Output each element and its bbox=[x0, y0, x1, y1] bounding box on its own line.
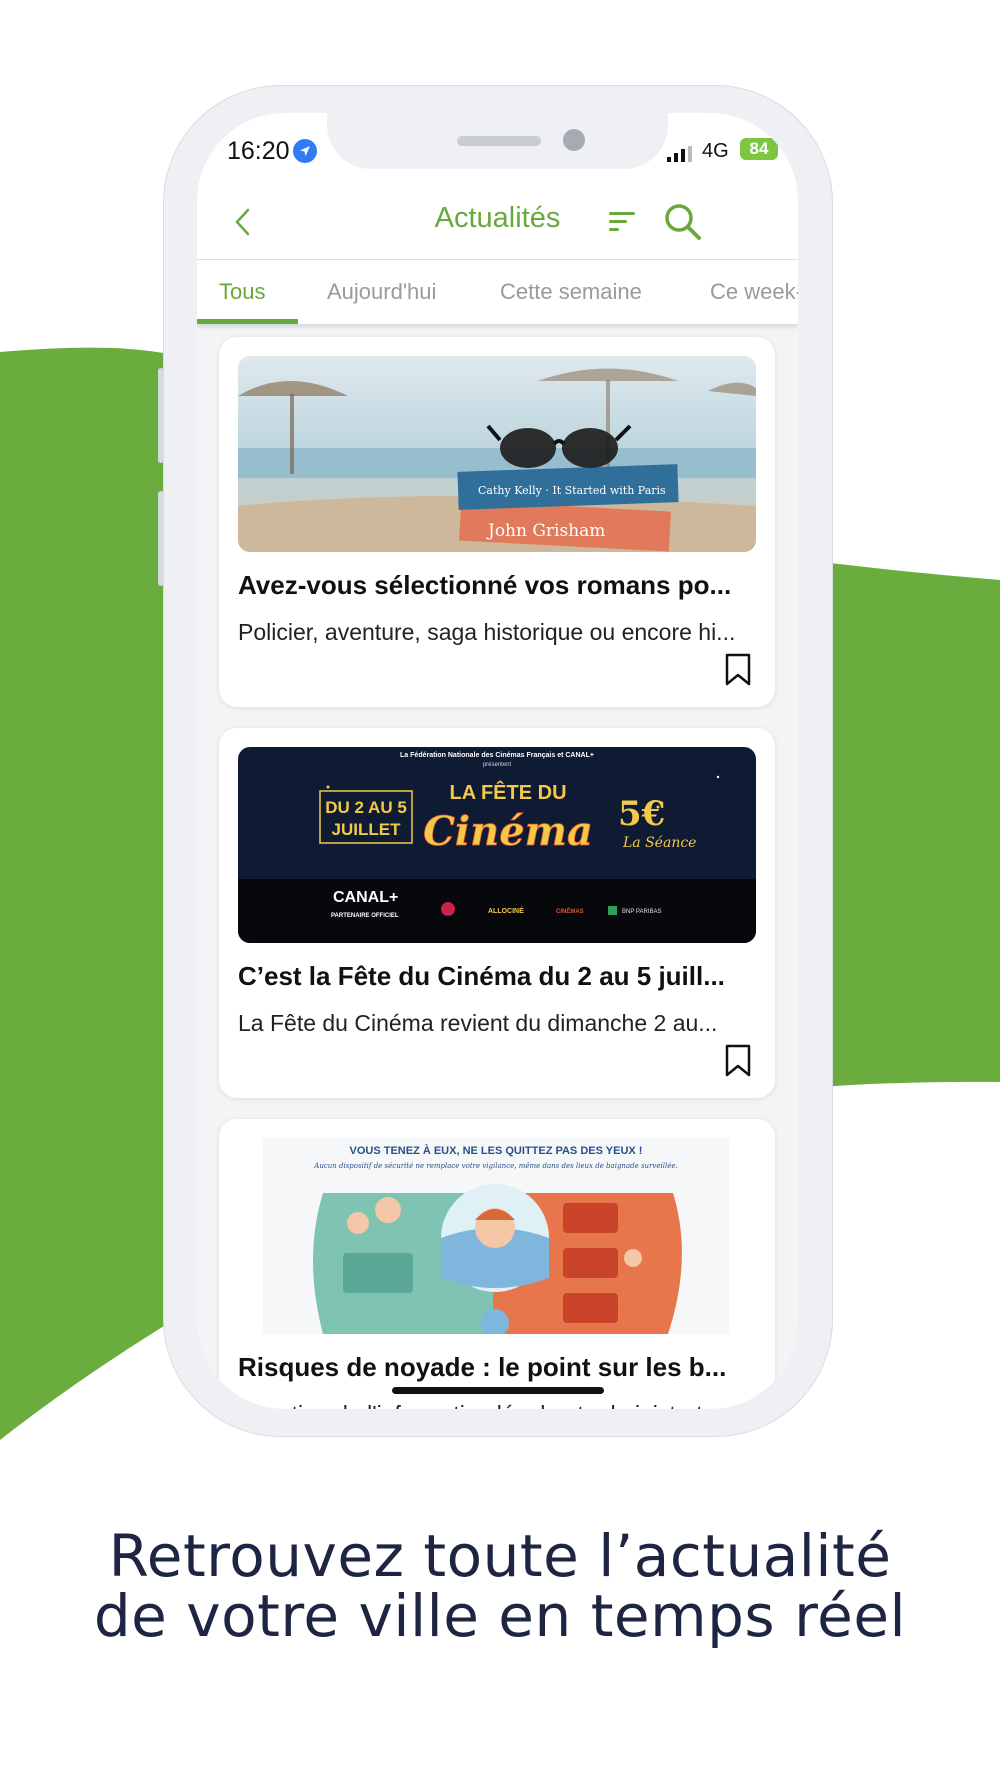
filter-tabs: Tous Aujourd'hui Cette semaine Ce week-e… bbox=[197, 260, 798, 324]
article-title: Risques de noyade : le point sur les b..… bbox=[238, 1352, 727, 1382]
article-description: Policier, aventure, saga historique ou e… bbox=[238, 619, 736, 645]
banner-canal-text: CANAL+ bbox=[333, 889, 398, 906]
phone-mockup: 16:20 4G 84 Actualités Tous Aujourd'hui … bbox=[158, 85, 833, 1437]
tab-aujourdhui[interactable]: Aujourd'hui bbox=[327, 260, 436, 324]
home-indicator bbox=[392, 1387, 604, 1394]
front-camera bbox=[563, 129, 585, 151]
sponsor-logo-text: ALLOCINÉ bbox=[488, 906, 524, 915]
speaker-grille bbox=[457, 136, 541, 146]
tab-ce-week-end[interactable]: Ce week-end bbox=[710, 260, 798, 324]
poster-subline: Aucun dispositif de sécurité ne remplace… bbox=[313, 1162, 677, 1170]
article-description: La Fête du Cinéma revient du dimanche 2 … bbox=[238, 1010, 718, 1036]
article-card[interactable]: VOUS TENEZ À EUX, NE LES QUITTEZ PAS DES… bbox=[219, 1119, 775, 1409]
article-description: Direction de l'information légale et adm… bbox=[238, 1401, 758, 1409]
article-title: C’est la Fête du Cinéma du 2 au 5 juill.… bbox=[238, 961, 725, 991]
bookmark-icon[interactable] bbox=[724, 1044, 752, 1078]
banner-fete-text: LA FÊTE DU bbox=[449, 780, 566, 804]
banner-seance-text: La Séance bbox=[622, 835, 696, 851]
phone-side-button bbox=[158, 491, 164, 586]
book-spine-text: Cathy Kelly · It Started with Paris bbox=[478, 484, 666, 497]
battery-indicator: 84 bbox=[740, 138, 778, 160]
bookmark-icon[interactable] bbox=[724, 653, 752, 687]
sponsor-logo-text: CINÉMAS bbox=[556, 907, 584, 915]
location-arrow-icon bbox=[293, 139, 317, 163]
banner-dates-text: DU 2 AU 5 bbox=[325, 798, 407, 817]
article-card[interactable]: Cathy Kelly · It Started with Paris John… bbox=[219, 337, 775, 707]
phone-screen: 16:20 4G 84 Actualités Tous Aujourd'hui … bbox=[197, 113, 798, 1409]
app-header: Actualités bbox=[197, 185, 798, 260]
book-spine-text: John Grisham bbox=[486, 521, 605, 541]
active-tab-indicator bbox=[197, 319, 298, 324]
banner-partner-text: PARTENAIRE OFFICIEL bbox=[331, 913, 399, 919]
tab-tous[interactable]: Tous bbox=[219, 260, 265, 324]
tab-cette-semaine[interactable]: Cette semaine bbox=[500, 260, 642, 324]
article-image-risques-noyade: VOUS TENEZ À EUX, NE LES QUITTEZ PAS DES… bbox=[263, 1138, 729, 1334]
network-type: 4G bbox=[702, 140, 729, 162]
sort-lines-icon[interactable] bbox=[607, 209, 637, 233]
phone-notch bbox=[327, 113, 668, 169]
banner-dates-text: JUILLET bbox=[332, 820, 402, 839]
banner-cinema-text: Cinéma bbox=[423, 808, 593, 855]
banner-top-text: La Fédération Nationale des Cinémas Fran… bbox=[400, 752, 594, 759]
article-image-fete-du-cinema: La Fédération Nationale des Cinémas Fran… bbox=[238, 747, 756, 943]
search-icon[interactable] bbox=[663, 202, 703, 242]
page-title: Actualités bbox=[434, 202, 561, 234]
cellular-signal-icon bbox=[667, 146, 692, 162]
banner-price-text: 5€ bbox=[618, 794, 665, 834]
sponsor-logo-text: BNP PARIBAS bbox=[622, 909, 661, 915]
poster-headline: VOUS TENEZ À EUX, NE LES QUITTEZ PAS DES… bbox=[350, 1144, 643, 1157]
article-card[interactable]: La Fédération Nationale des Cinémas Fran… bbox=[219, 728, 775, 1098]
article-title: Avez-vous sélectionné vos romans po... bbox=[238, 570, 732, 600]
phone-side-button bbox=[158, 368, 164, 463]
status-time: 16:20 bbox=[227, 137, 290, 165]
article-image-beach-books: Cathy Kelly · It Started with Paris John… bbox=[238, 356, 756, 552]
banner-presente-text: présentent bbox=[483, 762, 512, 768]
tagline-line-2: de votre ville en temps réel bbox=[93, 1582, 907, 1650]
tagline-line-1: Retrouvez toute l’actualité bbox=[108, 1522, 892, 1590]
